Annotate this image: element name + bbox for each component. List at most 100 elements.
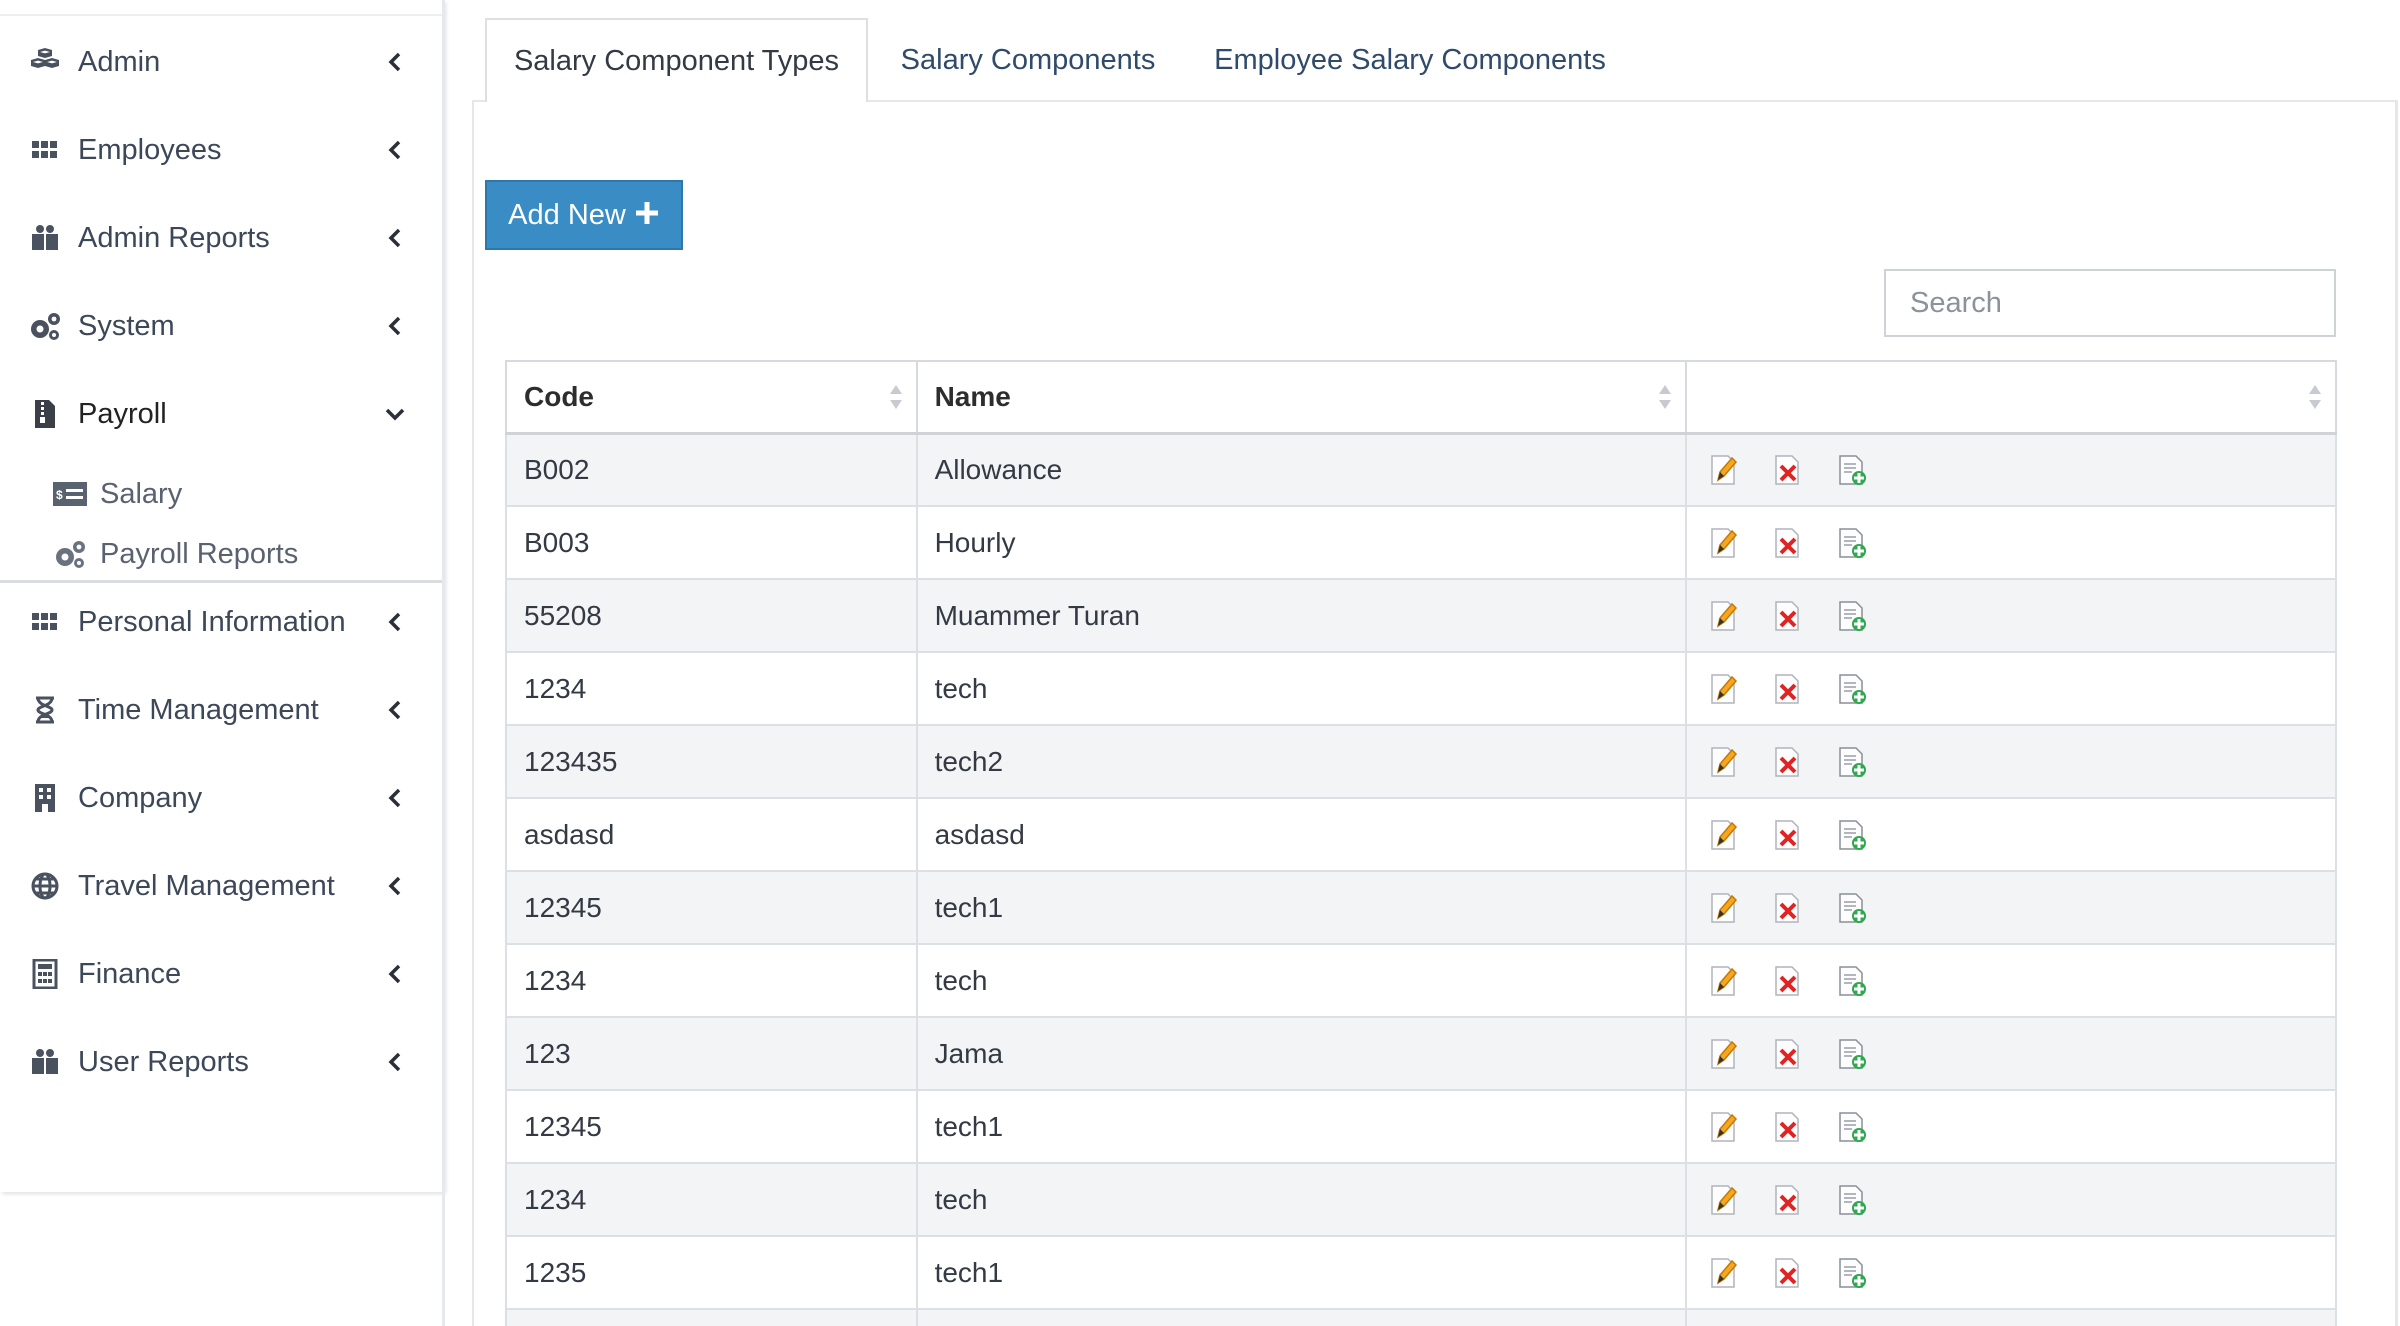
copy-icon[interactable] (1834, 452, 1870, 488)
edit-icon[interactable] (1706, 744, 1742, 780)
tab-label: Employee Salary Components (1214, 43, 1606, 76)
table-row[interactable]: B002 Allowance (505, 432, 2338, 507)
table-row[interactable]: asdasd asdasd (505, 797, 2338, 872)
sidebar-item-time-management[interactable]: Time Management (0, 666, 442, 754)
copy-icon[interactable] (1834, 1255, 1870, 1291)
edit-icon[interactable] (1706, 1182, 1742, 1218)
sidebar-item-employees[interactable]: Employees (0, 106, 442, 194)
copy-icon[interactable] (1834, 890, 1870, 926)
copy-icon[interactable] (1834, 1109, 1870, 1145)
tab-salary-components[interactable]: Salary Components (876, 18, 1180, 102)
chevron-left-icon (384, 875, 406, 897)
copy-icon[interactable] (1834, 671, 1870, 707)
report-icon (28, 221, 62, 255)
sidebar-item-user-reports[interactable]: User Reports (0, 1018, 442, 1106)
edit-icon[interactable] (1706, 598, 1742, 634)
table-row[interactable]: 12345 tech1 (505, 1089, 2338, 1164)
edit-icon[interactable] (1706, 890, 1742, 926)
sidebar-item-label: Admin Reports (78, 221, 270, 254)
cell-code: 1234 (505, 943, 918, 1018)
sidebar-item-payroll[interactable]: Payroll (0, 370, 442, 458)
sidebar-subitem-salary[interactable]: $ Salary (52, 466, 182, 522)
copy-icon[interactable] (1834, 1182, 1870, 1218)
edit-icon[interactable] (1706, 525, 1742, 561)
delete-icon[interactable] (1770, 452, 1806, 488)
delete-icon[interactable] (1770, 1036, 1806, 1072)
sidebar-item-travel-management[interactable]: Travel Management (0, 842, 442, 930)
edit-icon[interactable] (1706, 1109, 1742, 1145)
copy-icon[interactable] (1834, 963, 1870, 999)
sidebar-item-label: Admin (78, 45, 161, 78)
table-row[interactable]: 1234 tech (505, 943, 2338, 1018)
delete-icon[interactable] (1770, 525, 1806, 561)
table-row[interactable]: B003 Hourly (505, 505, 2338, 580)
edit-icon[interactable] (1706, 963, 1742, 999)
sidebar-item-admin[interactable]: Admin (0, 18, 442, 106)
cell-name: tech (915, 1162, 1687, 1237)
column-header-name[interactable]: Name (915, 360, 1687, 435)
tab-salary-component-types[interactable]: Salary Component Types (485, 18, 868, 102)
delete-icon[interactable] (1770, 744, 1806, 780)
table-row[interactable]: 1234 tech (505, 1162, 2338, 1237)
sidebar-item-system[interactable]: System (0, 282, 442, 370)
add-new-label: Add New (508, 198, 626, 231)
sidebar-subitem-payroll-reports[interactable]: Payroll Reports (52, 526, 298, 582)
delete-icon[interactable] (1770, 671, 1806, 707)
chevron-left-icon (384, 611, 406, 633)
delete-icon[interactable] (1770, 1255, 1806, 1291)
sidebar-item-company[interactable]: Company (0, 754, 442, 842)
delete-icon[interactable] (1770, 817, 1806, 853)
table-row[interactable]: 1234 tech (505, 651, 2338, 726)
copy-icon[interactable] (1834, 1036, 1870, 1072)
table-row[interactable]: 1235 tech1 (505, 1235, 2338, 1310)
cell-name: tech1 (915, 1235, 1687, 1310)
delete-icon[interactable] (1770, 963, 1806, 999)
chevron-left-icon (384, 1051, 406, 1073)
sidebar-item-finance[interactable]: Finance (0, 930, 442, 1018)
table-row[interactable]: 55208 Muammer Turan (505, 578, 2338, 653)
table-row[interactable]: 12345 tech1 (505, 870, 2338, 945)
delete-icon[interactable] (1770, 598, 1806, 634)
table-row[interactable]: 123435 tech2 (505, 724, 2338, 799)
sidebar-item-label: Employees (78, 133, 222, 166)
chevron-left-icon (384, 963, 406, 985)
copy-icon[interactable] (1834, 817, 1870, 853)
copy-icon[interactable] (1834, 598, 1870, 634)
sidebar-item-label: Time Management (78, 693, 319, 726)
cell-code: 123 (505, 1016, 918, 1091)
column-header-label: Name (934, 380, 1011, 412)
delete-icon[interactable] (1770, 1109, 1806, 1145)
chevron-down-icon (384, 403, 406, 425)
copy-icon[interactable] (1834, 744, 1870, 780)
table-row[interactable]: 123 Jama (505, 1016, 2338, 1091)
cell-code: B003 (505, 505, 918, 580)
sidebar-item-personal-information[interactable]: Personal Information (0, 578, 442, 666)
edit-icon[interactable] (1706, 1036, 1742, 1072)
report-icon (28, 1045, 62, 1079)
column-header-actions[interactable] (1684, 360, 2338, 435)
cell-name: Muammer Turan (915, 578, 1687, 653)
cell-name: tech1 (915, 1089, 1687, 1164)
copy-icon[interactable] (1834, 525, 1870, 561)
document-icon (28, 397, 62, 431)
delete-icon[interactable] (1770, 1182, 1806, 1218)
cell-actions (1684, 1235, 2338, 1310)
edit-icon[interactable] (1706, 817, 1742, 853)
tab-employee-salary-components[interactable]: Employee Salary Components (1200, 18, 1620, 102)
cell-name: tech (915, 651, 1687, 726)
building-icon (28, 781, 62, 815)
chevron-left-icon (384, 699, 406, 721)
table-row[interactable]: 1236tech2 (505, 1308, 2338, 1326)
edit-icon[interactable] (1706, 1255, 1742, 1291)
edit-icon[interactable] (1706, 452, 1742, 488)
sidebar-item-admin-reports[interactable]: Admin Reports (0, 194, 442, 282)
edit-icon[interactable] (1706, 671, 1742, 707)
search-input[interactable] (1884, 269, 2336, 337)
add-new-button[interactable]: Add New (485, 180, 683, 250)
cell-code: 1234 (505, 1162, 918, 1237)
cell-code: 12345 (505, 870, 918, 945)
sidebar-item-label: Payroll (78, 397, 167, 430)
column-header-code[interactable]: Code (505, 360, 918, 435)
globe-icon (28, 869, 62, 903)
delete-icon[interactable] (1770, 890, 1806, 926)
